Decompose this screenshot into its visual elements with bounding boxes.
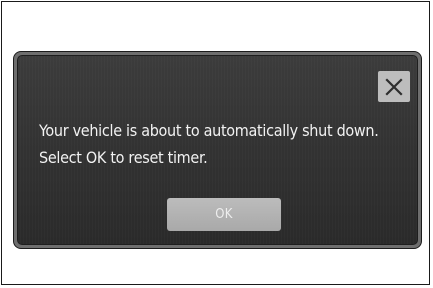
shutdown-dialog: Your vehicle is about to automatically s… xyxy=(17,55,418,245)
message-line-1: Your vehicle is about to automatically s… xyxy=(39,121,379,140)
close-icon xyxy=(385,77,403,96)
message-line-2: Select OK to reset timer. xyxy=(39,148,208,167)
shutdown-dialog-border: Your vehicle is about to automatically s… xyxy=(14,52,421,248)
dialog-message: Your vehicle is about to automatically s… xyxy=(39,117,414,171)
screen-frame: Your vehicle is about to automatically s… xyxy=(1,1,430,285)
close-button[interactable] xyxy=(378,71,410,102)
ok-button[interactable]: OK xyxy=(167,198,281,231)
